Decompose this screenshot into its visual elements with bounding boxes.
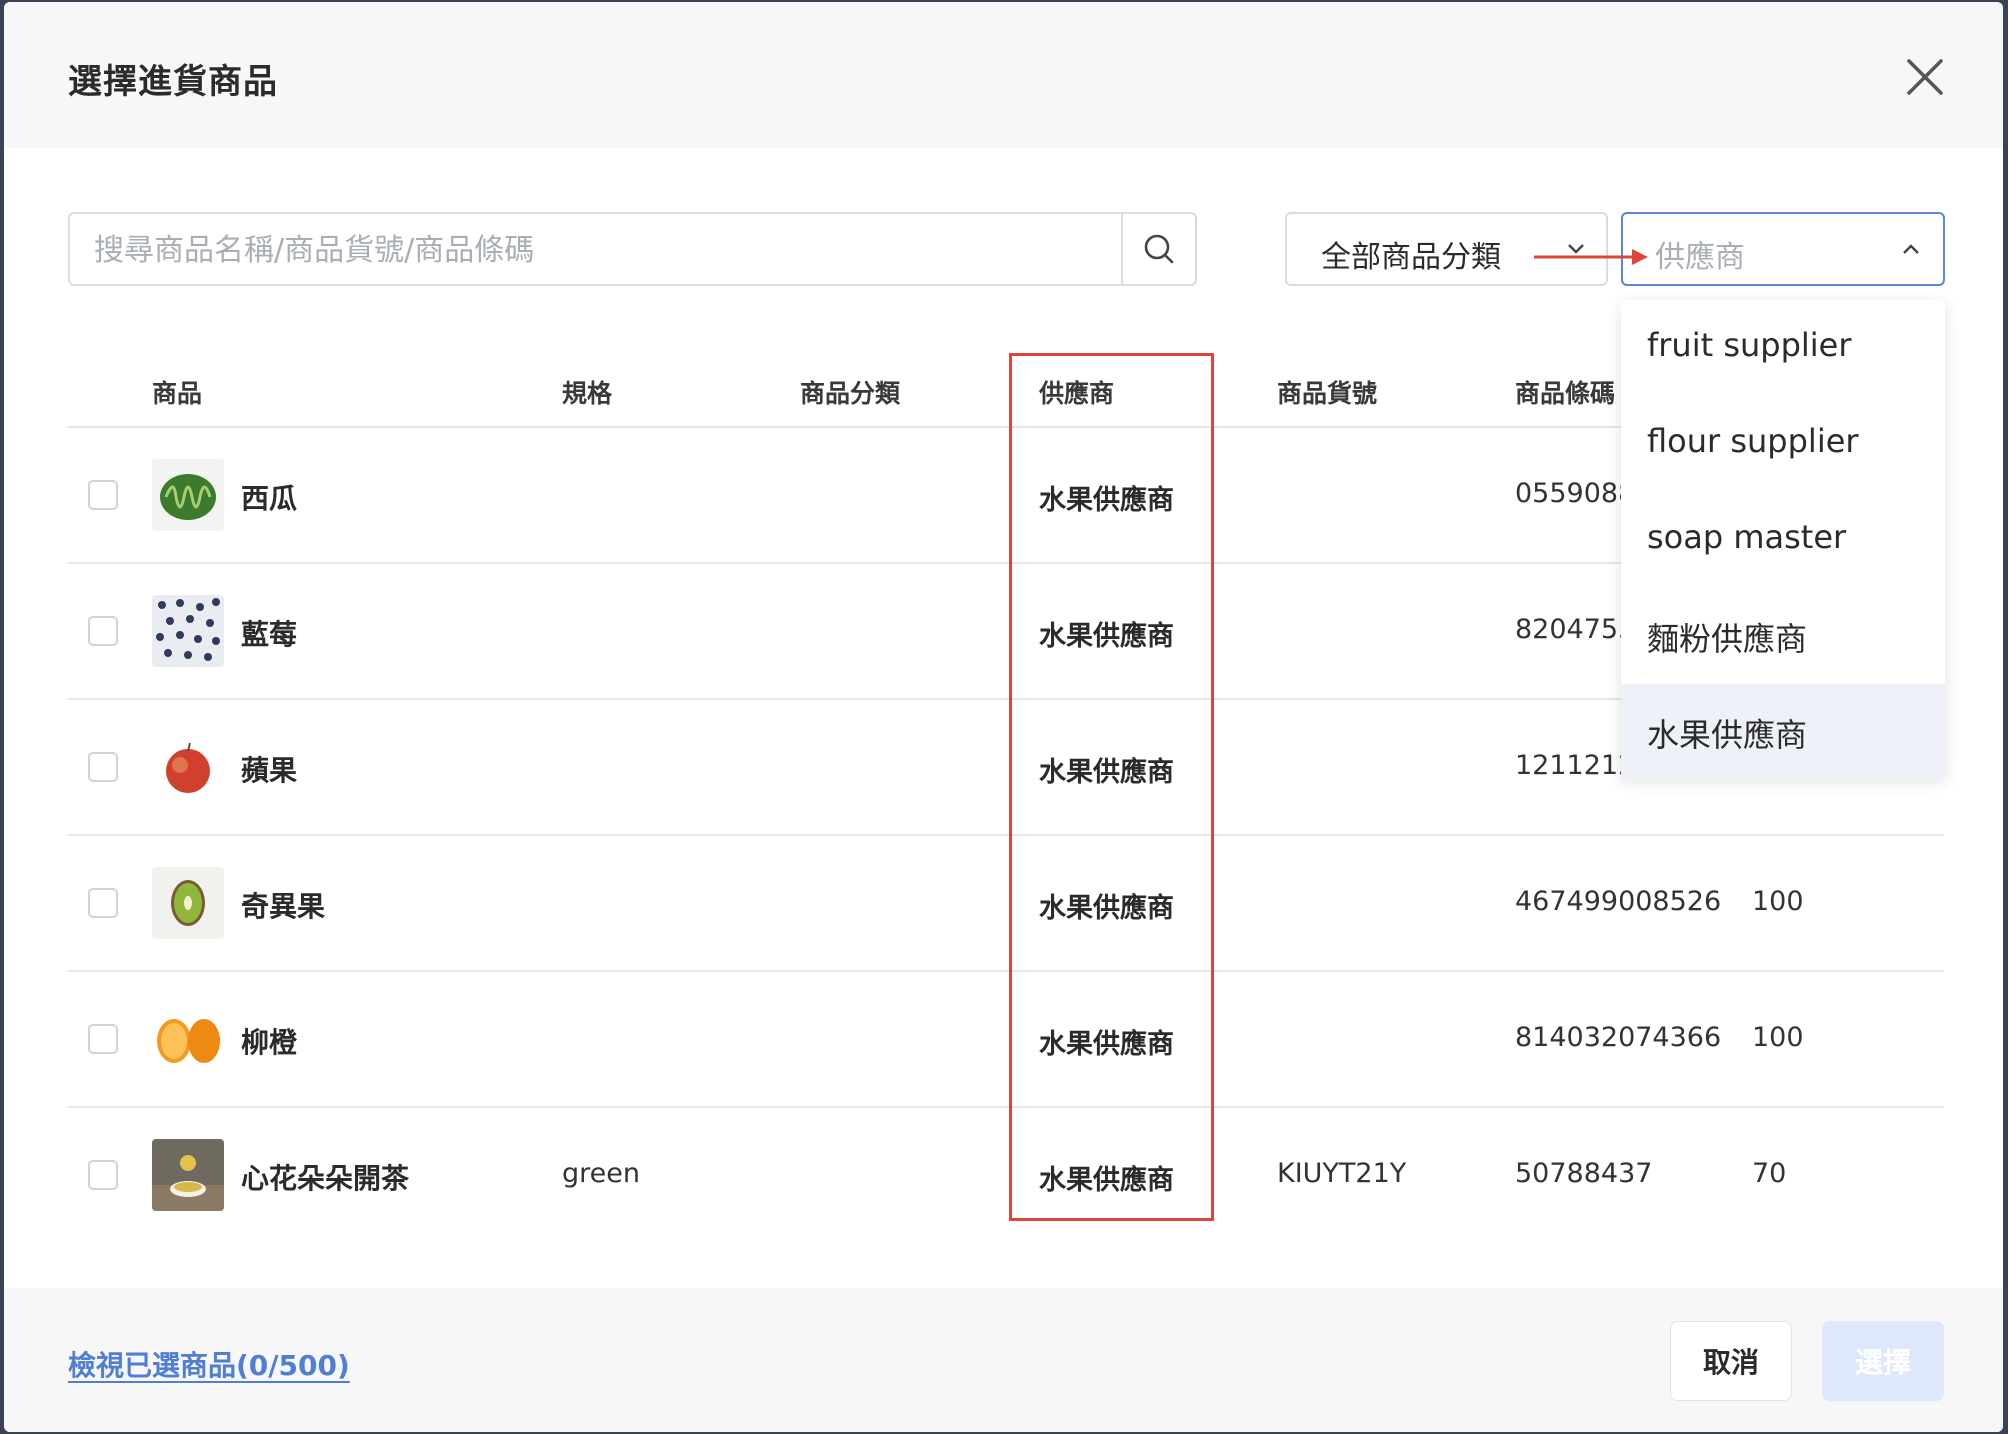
supplier-option[interactable]: soap master xyxy=(1621,492,1945,588)
product-quantity: 70 xyxy=(1752,1158,1787,1189)
supplier-option-label: soap master xyxy=(1647,518,1847,556)
product-barcode: 814032074366 xyxy=(1515,1022,1722,1053)
row-checkbox[interactable] xyxy=(88,752,118,782)
cancel-button[interactable]: 取消 xyxy=(1670,1321,1792,1401)
modal-header: 選擇進貨商品 xyxy=(4,2,2003,148)
product-supplier: 水果供應商 xyxy=(1039,485,1174,516)
product-thumbnail-apple xyxy=(152,731,224,803)
product-name: 柳橙 xyxy=(241,1026,298,1059)
product-name: 西瓜 xyxy=(241,482,298,515)
supplier-dropdown: fruit supplier flour supplier soap maste… xyxy=(1621,300,1945,780)
supplier-option-label: flour supplier xyxy=(1647,422,1859,460)
product-barcode: 8204755 xyxy=(1515,614,1636,645)
supplier-option[interactable]: fruit supplier xyxy=(1621,300,1945,396)
product-quantity: 100 xyxy=(1752,1022,1804,1053)
product-barcode: 467499008526 xyxy=(1515,886,1722,917)
header-category: 商品分類 xyxy=(800,379,901,408)
search-icon xyxy=(1144,234,1174,264)
product-name: 心花朵朵開茶 xyxy=(241,1162,410,1195)
product-barcode: 0559088 xyxy=(1515,478,1636,509)
product-name: 奇異果 xyxy=(241,890,326,923)
search-button[interactable] xyxy=(1121,214,1195,284)
product-sku: KIUYT21Y xyxy=(1277,1158,1407,1189)
header-supplier: 供應商 xyxy=(1039,379,1115,408)
row-checkbox[interactable] xyxy=(88,1160,118,1190)
product-thumbnail-orange xyxy=(152,1003,224,1075)
header-spec: 規格 xyxy=(562,379,613,408)
row-checkbox[interactable] xyxy=(88,1024,118,1054)
product-thumbnail-watermelon xyxy=(152,459,224,531)
header-barcode: 商品條碼 xyxy=(1515,379,1616,408)
supplier-option-selected[interactable]: 水果供應商 xyxy=(1621,684,1945,780)
search-box xyxy=(68,212,1197,286)
product-barcode: 1211212 xyxy=(1515,750,1636,781)
modal-footer: 檢視已選商品(0/500) 取消 選擇 xyxy=(4,1288,2003,1432)
supplier-select[interactable]: 供應商 xyxy=(1621,212,1945,286)
product-name: 藍莓 xyxy=(241,618,298,651)
view-selected-link[interactable]: 檢視已選商品(0/500) xyxy=(68,1344,350,1384)
product-supplier: 水果供應商 xyxy=(1039,621,1174,652)
product-name: 蘋果 xyxy=(241,754,298,787)
supplier-option[interactable]: 麵粉供應商 xyxy=(1621,588,1945,684)
product-quantity: 100 xyxy=(1752,886,1804,917)
product-thumbnail-tea xyxy=(152,1139,224,1211)
supplier-option[interactable]: flour supplier xyxy=(1621,396,1945,492)
annotation-arrow xyxy=(1534,249,1648,265)
product-supplier: 水果供應商 xyxy=(1039,893,1174,924)
product-thumbnail-blueberry xyxy=(152,595,224,667)
row-checkbox[interactable] xyxy=(88,888,118,918)
row-checkbox[interactable] xyxy=(88,616,118,646)
product-supplier: 水果供應商 xyxy=(1039,1165,1174,1196)
supplier-option-label: fruit supplier xyxy=(1647,326,1852,364)
supplier-option-label: 水果供應商 xyxy=(1647,716,1808,754)
filter-toolbar: 全部商品分類 供應商 xyxy=(4,212,2003,292)
search-input[interactable] xyxy=(92,214,1156,286)
product-thumbnail-kiwi xyxy=(152,867,224,939)
supplier-select-placeholder: 供應商 xyxy=(1655,240,1745,275)
table-row[interactable]: 柳橙 水果供應商 814032074366 100 xyxy=(68,972,1944,1108)
select-button[interactable]: 選擇 xyxy=(1822,1321,1944,1401)
product-barcode: 50788437 xyxy=(1515,1158,1653,1189)
modal-title: 選擇進貨商品 xyxy=(68,62,278,102)
product-supplier: 水果供應商 xyxy=(1039,757,1174,788)
close-button[interactable] xyxy=(1900,52,1950,102)
supplier-option-label: 麵粉供應商 xyxy=(1647,620,1808,658)
product-spec: green xyxy=(562,1158,640,1189)
table-row[interactable]: 奇異果 水果供應商 467499008526 100 xyxy=(68,836,1944,972)
header-product: 商品 xyxy=(152,379,203,408)
select-products-modal: 選擇進貨商品 全部商品分類 供應商 xyxy=(4,2,2003,1432)
row-checkbox[interactable] xyxy=(88,480,118,510)
chevron-up-icon xyxy=(1903,244,1919,254)
category-select-value: 全部商品分類 xyxy=(1321,240,1501,275)
product-supplier: 水果供應商 xyxy=(1039,1029,1174,1060)
close-icon xyxy=(1907,59,1943,95)
table-row[interactable]: 心花朵朵開茶 green 水果供應商 KIUYT21Y 50788437 70 xyxy=(68,1108,1944,1242)
header-sku: 商品貨號 xyxy=(1277,379,1378,408)
